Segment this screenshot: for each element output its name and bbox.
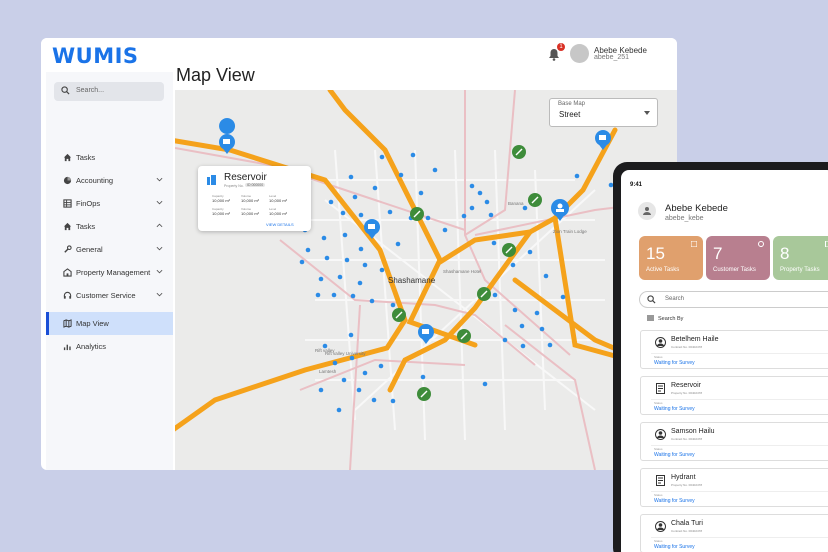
search-icon	[647, 295, 656, 304]
popup-cell: Volume 10,000 m³	[241, 194, 260, 203]
tablet-device: 9:41 Abebe Kebede abebe_kebe 15 Active Ta…	[613, 162, 828, 552]
popup-cell: Capacity 10,000 m³	[212, 194, 231, 203]
sidebar-item-finops[interactable]: FinOps	[46, 192, 173, 215]
search-input[interactable]: Search...	[54, 82, 164, 101]
avatar[interactable]	[638, 202, 656, 220]
task-card[interactable]: Betelhem Haile Contract No. 00402478 Stat…	[640, 330, 828, 369]
task-card[interactable]: Samson Hailu Contract No. 00402478 Status…	[640, 422, 828, 461]
building-icon	[63, 268, 72, 277]
table-icon	[63, 199, 72, 208]
sidebar: Search... Tasks Accounting FinOps Tasks …	[46, 72, 173, 470]
svg-text:Lamtesh: Lamtesh	[319, 369, 337, 374]
person-icon	[643, 207, 651, 215]
avatar[interactable]	[570, 44, 589, 63]
base-map-select[interactable]: Base Map Street	[549, 98, 658, 127]
view-details-link[interactable]: VIEW DETAILS	[266, 222, 294, 227]
user-handle: abebe_251	[594, 54, 630, 61]
search-placeholder: Search	[665, 296, 685, 302]
popup-title: Reservoir	[224, 172, 267, 183]
sidebar-item-label: Accounting	[76, 176, 114, 185]
popup-cell: Level 10,000 m³	[269, 207, 288, 216]
svg-text:Rift valley University: Rift valley University	[325, 351, 366, 356]
sidebar-item-property-management[interactable]: Property Management	[46, 261, 173, 284]
svg-text:Shashamane Hotel: Shashamane Hotel	[443, 269, 481, 274]
caret-down-icon	[644, 111, 650, 115]
svg-text:Banana: Banana	[508, 201, 524, 206]
person-icon	[655, 521, 666, 532]
user-handle: abebe_kebe	[665, 215, 704, 222]
tablet-search-input[interactable]: Search	[639, 291, 828, 308]
task-card[interactable]: Reservoir Property No. 00402478 Status Wai…	[640, 376, 828, 415]
filter-icon[interactable]	[647, 315, 654, 321]
map-canvas[interactable]: Banana Zion Train Lodge Rift valley Rift v…	[175, 90, 677, 470]
sidebar-item-tasks-group[interactable]: Tasks	[46, 215, 173, 238]
headset-icon	[63, 291, 72, 299]
reservoir-popup[interactable]: Reservoir Property No. ID 000000 Capacit…	[198, 166, 311, 231]
tablet-screen: 9:41 Abebe Kebede abebe_kebe 15 Active Ta…	[621, 170, 828, 552]
base-map-value: Street	[559, 110, 581, 119]
sidebar-item-label: Tasks	[76, 222, 96, 231]
sidebar-item-label: Analytics	[76, 342, 107, 351]
chevron-down-icon	[156, 246, 163, 251]
status-time: 9:41	[630, 182, 643, 188]
popup-cell: Volume 10,000 m³	[241, 207, 260, 216]
chevron-down-icon	[156, 292, 163, 297]
pie-chart-icon	[63, 176, 72, 185]
user-name: Abebe Kebede	[665, 203, 728, 214]
grid-icon	[691, 241, 697, 247]
person-icon	[655, 337, 666, 348]
sidebar-item-label: Map View	[76, 319, 109, 328]
sidebar-item-label: FinOps	[76, 199, 101, 208]
sidebar-item-accounting[interactable]: Accounting	[46, 169, 173, 192]
document-icon	[656, 475, 665, 486]
search-icon	[61, 86, 70, 95]
home-icon	[63, 153, 72, 162]
svg-text:Zion Train Lodge: Zion Train Lodge	[553, 229, 587, 234]
desktop-window: WUMIS 1 Abebe Kebede abebe_251 Search...…	[41, 38, 677, 470]
page-title: Map View	[176, 65, 255, 85]
stat-customer-tasks[interactable]: 7 Customer Tasks	[706, 236, 770, 280]
wrench-icon	[64, 245, 72, 253]
sidebar-item-tasks[interactable]: Tasks	[46, 146, 173, 169]
home-icon	[63, 222, 72, 231]
sidebar-item-label: General	[76, 245, 103, 254]
stat-property-tasks[interactable]: 8 Property Tasks	[773, 236, 828, 280]
document-icon	[656, 383, 665, 394]
search-by-label[interactable]: Search By	[658, 316, 683, 322]
notification-badge: 1	[557, 43, 565, 51]
chevron-down-icon	[156, 177, 163, 182]
map-layer: BananaZion Train Lodge Rift valleyRift v…	[175, 90, 677, 470]
sidebar-item-label: Tasks	[76, 153, 96, 162]
sidebar-item-map-view[interactable]: Map View	[46, 312, 173, 335]
task-card[interactable]: Hydrant Property No. 00402478 Status Waiti…	[640, 468, 828, 507]
base-map-label: Base Map	[558, 101, 586, 107]
task-card[interactable]: Chala Turi Contract No. 00402478 Status Wa…	[640, 514, 828, 552]
sidebar-item-general[interactable]: General	[46, 238, 173, 261]
sidebar-item-customer-service[interactable]: Customer Service	[46, 284, 173, 307]
person-icon	[655, 429, 666, 440]
map-icon	[63, 319, 72, 328]
popup-cell: Level 10,000 m³	[269, 194, 288, 203]
sidebar-item-label: Property Management	[76, 268, 151, 277]
chevron-down-icon	[156, 200, 163, 205]
chevron-up-icon	[156, 223, 163, 228]
sidebar-item-label: Customer Service	[76, 291, 136, 300]
sidebar-item-analytics[interactable]: Analytics	[46, 335, 173, 358]
reservoir-icon	[207, 175, 216, 185]
popup-sub: Property No.	[224, 184, 244, 188]
search-placeholder: Search...	[76, 87, 105, 94]
svg-text:Shashamane: Shashamane	[388, 276, 436, 285]
chevron-down-icon	[156, 269, 163, 274]
popup-cell: Capacity 10,000 m³	[212, 207, 231, 216]
top-bar: WUMIS 1 Abebe Kebede abebe_251	[41, 38, 677, 72]
person-icon	[758, 241, 764, 247]
logo: WUMIS	[52, 44, 139, 68]
popup-tag: ID 000000	[245, 183, 266, 187]
bar-chart-icon	[63, 344, 71, 351]
stat-active-tasks[interactable]: 15 Active Tasks	[639, 236, 703, 280]
